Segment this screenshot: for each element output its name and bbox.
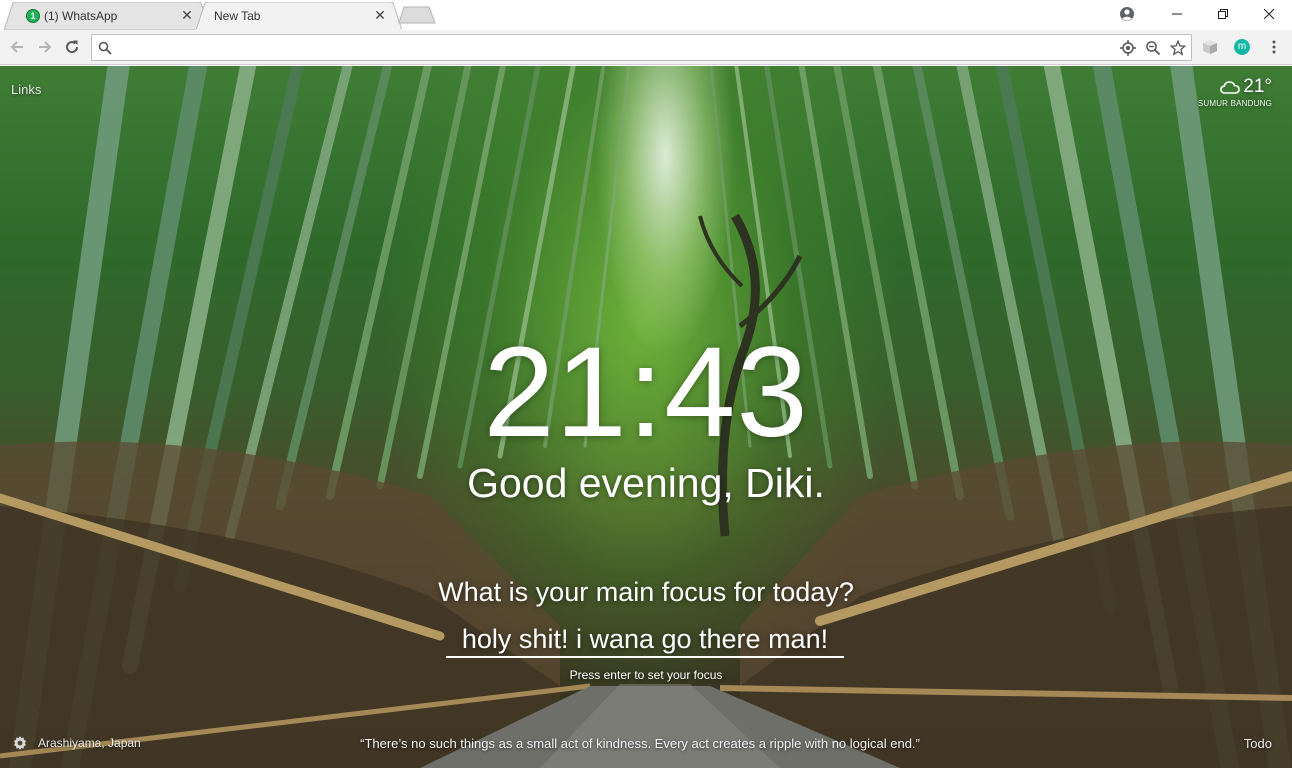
minimize-icon xyxy=(1172,13,1182,15)
window-controls xyxy=(1154,0,1292,28)
arrow-left-icon xyxy=(10,41,23,53)
forward-button[interactable] xyxy=(36,38,54,56)
focus-hint: Press enter to set your focus xyxy=(569,668,723,682)
close-icon[interactable]: ✕ xyxy=(180,8,194,22)
restore-button[interactable] xyxy=(1200,0,1246,28)
todo-button[interactable]: Todo xyxy=(1244,736,1272,751)
weather-widget[interactable]: 21° SUMUR BANDUNG xyxy=(1198,76,1272,108)
back-button[interactable] xyxy=(8,38,26,56)
greeting: Good evening, Diki. xyxy=(467,460,825,506)
close-window-button[interactable] xyxy=(1246,0,1292,28)
arrow-right-icon xyxy=(39,41,52,53)
momentum-extension-icon[interactable]: m xyxy=(1233,38,1251,56)
whatsapp-icon: 1 xyxy=(26,9,40,23)
address-bar[interactable] xyxy=(91,34,1192,61)
focus-input[interactable] xyxy=(446,622,844,658)
zoom-out-icon[interactable] xyxy=(1145,40,1161,56)
new-tab-button[interactable] xyxy=(398,6,436,24)
tab-title: (1) WhatsApp xyxy=(44,9,118,23)
profile-icon[interactable] xyxy=(1118,6,1136,22)
temperature-value: 21° xyxy=(1243,76,1272,97)
location-target-icon[interactable] xyxy=(1120,40,1136,56)
restore-icon xyxy=(1218,9,1228,19)
search-icon xyxy=(97,40,113,56)
minimize-button[interactable] xyxy=(1154,0,1200,28)
kebab-menu-icon xyxy=(1272,40,1276,54)
star-icon[interactable] xyxy=(1170,40,1186,56)
browser-toolbar: m xyxy=(0,30,1292,65)
daily-quote: “There’s no such things as a small act o… xyxy=(360,736,920,751)
close-icon xyxy=(1264,9,1274,19)
menu-button[interactable] xyxy=(1265,38,1283,56)
tab-new-tab[interactable]: New Tab ✕ xyxy=(196,2,402,30)
cloud-icon xyxy=(1220,81,1241,94)
focus-question: What is your main focus for today? xyxy=(438,577,854,607)
reload-icon xyxy=(66,40,79,54)
clock: 21:43 xyxy=(483,321,809,464)
tab-strip: 1 (1) WhatsApp ✕ New Tab ✕ xyxy=(0,0,1292,30)
weather-location: SUMUR BANDUNG xyxy=(1197,99,1272,108)
close-icon[interactable]: ✕ xyxy=(373,8,387,22)
links-button[interactable]: Links xyxy=(11,82,41,97)
momentum-badge: m xyxy=(1234,39,1250,55)
reload-button[interactable] xyxy=(63,38,81,56)
momentum-new-tab-page: Links 21° SUMUR BANDUNG 21:43 Good eveni… xyxy=(0,66,1292,768)
address-input[interactable] xyxy=(120,38,1120,57)
tab-whatsapp[interactable]: 1 (1) WhatsApp ✕ xyxy=(4,2,210,30)
tab-title: New Tab xyxy=(214,9,261,23)
extension-cube-icon[interactable] xyxy=(1201,38,1219,56)
